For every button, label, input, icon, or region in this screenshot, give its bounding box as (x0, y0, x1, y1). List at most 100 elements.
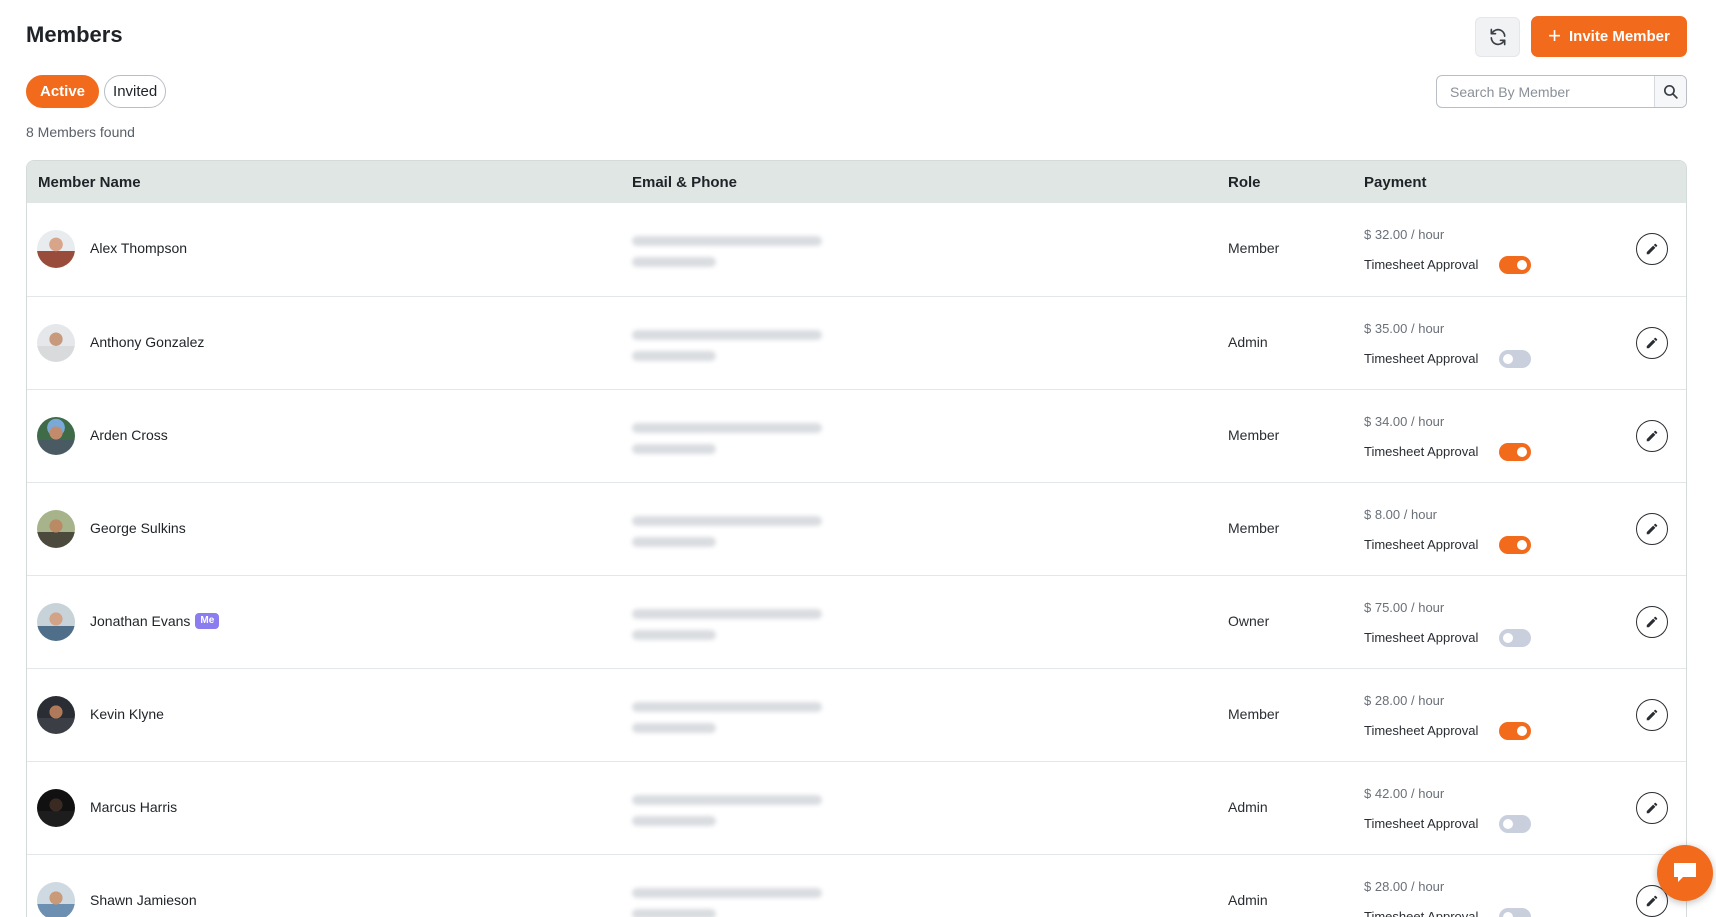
member-name-cell: Jonathan Evans Me (90, 613, 220, 629)
pencil-icon (1646, 337, 1658, 349)
timesheet-approval-label: Timesheet Approval (1364, 444, 1479, 459)
toggle-knob (1503, 912, 1513, 917)
email-redacted (632, 330, 822, 340)
phone-redacted (632, 444, 716, 454)
member-name: Jonathan Evans (90, 613, 191, 629)
edit-member-button[interactable] (1636, 327, 1668, 359)
member-name: Shawn Jamieson (90, 892, 197, 908)
phone-redacted (632, 630, 716, 640)
avatar (37, 882, 75, 917)
member-role: Admin (1228, 799, 1268, 815)
column-header-role: Role (1228, 173, 1261, 191)
hourly-rate: $ 34.00 / hour (1364, 414, 1445, 429)
member-role: Owner (1228, 613, 1270, 629)
edit-member-button[interactable] (1636, 420, 1668, 452)
timesheet-approval-label: Timesheet Approval (1364, 257, 1479, 272)
table-row: Kevin Klyne Member $ 28.00 / hour Timesh… (27, 668, 1686, 761)
timesheet-approval-label: Timesheet Approval (1364, 630, 1479, 645)
phone-redacted (632, 816, 716, 826)
email-redacted (632, 888, 822, 898)
pencil-icon (1646, 243, 1658, 255)
hourly-rate: $ 28.00 / hour (1364, 879, 1445, 894)
member-role: Admin (1228, 334, 1268, 350)
column-header-name: Member Name (38, 173, 141, 191)
table-row: Marcus Harris Admin $ 42.00 / hour Times… (27, 761, 1686, 854)
email-redacted (632, 423, 822, 433)
column-header-email-phone: Email & Phone (632, 173, 738, 191)
edit-member-button[interactable] (1636, 606, 1668, 638)
phone-redacted (632, 537, 716, 547)
pencil-icon (1646, 430, 1658, 442)
toggle-knob (1517, 540, 1527, 550)
refresh-button[interactable] (1475, 17, 1520, 57)
toggle-knob (1517, 260, 1527, 270)
member-name: Kevin Klyne (90, 706, 164, 722)
timesheet-approval-label: Timesheet Approval (1364, 816, 1479, 831)
timesheet-approval-toggle[interactable] (1499, 443, 1531, 461)
tab-invited[interactable]: Invited (104, 75, 167, 108)
avatar (37, 603, 75, 641)
member-name: Anthony Gonzalez (90, 334, 205, 350)
member-name: Alex Thompson (90, 240, 188, 256)
avatar (37, 789, 75, 827)
timesheet-approval-label: Timesheet Approval (1364, 909, 1479, 917)
toggle-knob (1503, 354, 1513, 364)
search-icon (1663, 84, 1678, 99)
pencil-icon (1646, 709, 1658, 721)
edit-member-button[interactable] (1636, 792, 1668, 824)
table-header: Member Name Email & Phone Role Payment (27, 161, 1686, 203)
avatar (37, 417, 75, 455)
hourly-rate: $ 42.00 / hour (1364, 786, 1445, 801)
refresh-icon (1490, 28, 1505, 46)
edit-member-button[interactable] (1636, 699, 1668, 731)
invite-member-button[interactable]: + Invite Member (1531, 16, 1687, 57)
timesheet-approval-toggle[interactable] (1499, 722, 1531, 740)
member-role: Member (1228, 520, 1280, 536)
members-table: Member Name Email & Phone Role Payment A… (26, 160, 1687, 917)
phone-redacted (632, 351, 716, 361)
search-button[interactable] (1654, 76, 1686, 107)
edit-member-button[interactable] (1636, 233, 1668, 265)
me-badge: Me (195, 613, 220, 629)
timesheet-approval-toggle[interactable] (1499, 536, 1531, 554)
edit-member-button[interactable] (1636, 513, 1668, 545)
email-redacted (632, 236, 822, 246)
email-redacted (632, 516, 822, 526)
members-count: 8 Members found (26, 124, 135, 140)
plus-icon: + (1548, 22, 1561, 48)
search-input[interactable] (1437, 76, 1654, 107)
timesheet-approval-toggle[interactable] (1499, 350, 1531, 368)
page-title: Members (26, 22, 123, 47)
timesheet-approval-toggle[interactable] (1499, 256, 1531, 274)
hourly-rate: $ 35.00 / hour (1364, 321, 1445, 336)
member-name-cell: Shawn Jamieson (90, 892, 197, 908)
pencil-icon (1646, 895, 1658, 907)
email-redacted (632, 609, 822, 619)
member-name: Marcus Harris (90, 799, 178, 815)
toggle-knob (1503, 819, 1513, 829)
email-redacted (632, 702, 822, 712)
avatar (37, 230, 75, 268)
phone-redacted (632, 909, 716, 917)
phone-redacted (632, 723, 716, 733)
timesheet-approval-toggle[interactable] (1499, 815, 1531, 833)
hourly-rate: $ 28.00 / hour (1364, 693, 1445, 708)
timesheet-approval-label: Timesheet Approval (1364, 351, 1479, 366)
toggle-knob (1503, 633, 1513, 643)
column-header-payment: Payment (1364, 173, 1427, 191)
table-row: Jonathan Evans Me Owner $ 75.00 / hour T… (27, 575, 1686, 668)
member-name: Arden Cross (90, 427, 168, 443)
table-row: Arden Cross Member $ 34.00 / hour Timesh… (27, 389, 1686, 482)
timesheet-approval-label: Timesheet Approval (1364, 537, 1479, 552)
table-row: Anthony Gonzalez Admin $ 35.00 / hour Ti… (27, 296, 1686, 389)
table-body: Alex Thompson Member $ 32.00 / hour Time… (27, 203, 1686, 917)
tab-active[interactable]: Active (26, 75, 100, 108)
pencil-icon (1646, 523, 1658, 535)
avatar (37, 510, 75, 548)
member-role: Admin (1228, 892, 1268, 908)
invite-member-label: Invite Member (1568, 28, 1670, 45)
timesheet-approval-toggle[interactable] (1499, 629, 1531, 647)
phone-redacted (632, 257, 716, 267)
chat-button[interactable] (1657, 845, 1713, 901)
timesheet-approval-toggle[interactable] (1499, 908, 1531, 917)
